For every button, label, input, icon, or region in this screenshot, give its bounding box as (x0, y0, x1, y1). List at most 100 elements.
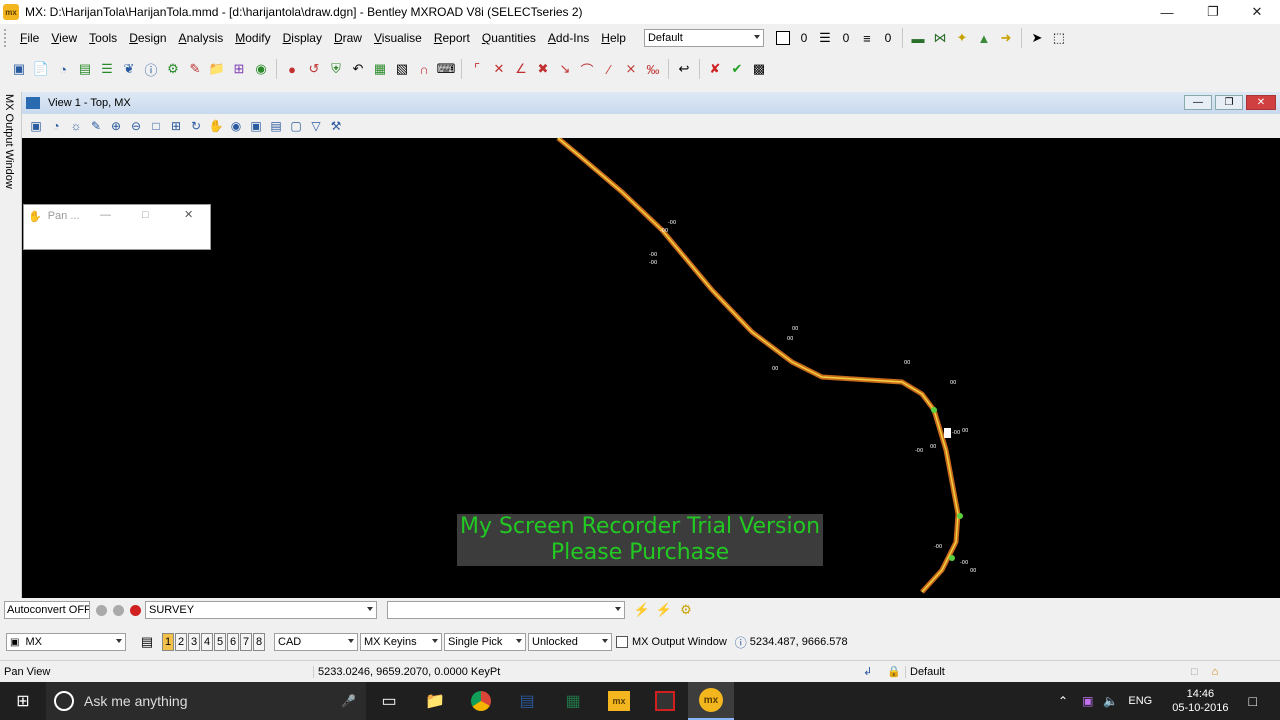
view-4-button[interactable]: 4 (201, 633, 213, 651)
tool-c-button[interactable]: ↺ (303, 58, 325, 80)
word-button[interactable]: ▤ (504, 682, 550, 720)
line-tool-5[interactable]: ↘ (554, 58, 576, 80)
new-button[interactable]: ▣ (8, 58, 30, 80)
color-swatch[interactable] (772, 27, 794, 49)
menu-view[interactable]: View (45, 24, 83, 52)
line-tool-1[interactable]: ⌜ (466, 58, 488, 80)
folder-button[interactable]: 📁 (206, 58, 228, 80)
language-indicator[interactable]: ENG (1128, 695, 1152, 707)
search-box[interactable]: Ask me anything 🎤 (46, 682, 366, 720)
menu-draw[interactable]: Draw (328, 24, 368, 52)
globe-button[interactable]: ◔ (52, 58, 74, 80)
view-2-button[interactable]: 2 (175, 633, 187, 651)
select-button[interactable]: ➤ (1026, 27, 1048, 49)
menu-add-ins[interactable]: Add-Ins (542, 24, 595, 52)
menu-report[interactable]: Report (428, 24, 476, 52)
cad-combo[interactable]: CAD (274, 633, 358, 651)
notifications-icon[interactable]: □ (1248, 693, 1256, 709)
output-window-checkbox[interactable] (616, 636, 628, 648)
menu-display[interactable]: Display (277, 24, 328, 52)
window-area-button[interactable]: □ (146, 116, 166, 136)
recorder-button[interactable] (642, 682, 688, 720)
road-tool-1[interactable]: ▬ (907, 27, 929, 49)
fence-button[interactable]: ⬚ (1048, 27, 1070, 49)
view-restore-button[interactable]: ❐ (1215, 95, 1243, 110)
line-tool-4[interactable]: ✖ (532, 58, 554, 80)
info-button[interactable]: ⓘ (140, 58, 162, 80)
view-groups-button[interactable]: ▤ (136, 631, 158, 653)
keyins-combo[interactable]: MX Keyins (360, 633, 442, 651)
menu-design[interactable]: Design (123, 24, 172, 52)
open-button[interactable]: 📄 (30, 58, 52, 80)
record-icon[interactable] (130, 604, 141, 616)
restore-button[interactable]: ❐ (1190, 0, 1236, 24)
tool-b-button[interactable]: ● (281, 58, 303, 80)
zoom-out-button[interactable]: ⊖ (126, 116, 146, 136)
message-icon[interactable]: □ (1191, 666, 1198, 678)
mx-combo[interactable]: ▣ MX (6, 633, 126, 651)
status-level[interactable]: Default (905, 665, 985, 678)
menu-quantities[interactable]: Quantities (476, 24, 542, 52)
undo-2-button[interactable]: ↩ (673, 58, 695, 80)
survey-combo[interactable]: SURVEY (145, 601, 377, 619)
tool-a-button[interactable]: ⚙ (162, 58, 184, 80)
line-weight-button[interactable]: ≡ (856, 27, 878, 49)
excel-button[interactable]: ▦ (550, 682, 596, 720)
multi-lightning-button[interactable]: ⚡ (653, 599, 675, 621)
line-tool-2[interactable]: ✕ (488, 58, 510, 80)
minimize-button[interactable]: — (1144, 0, 1190, 24)
lighting-button[interactable]: ☼ (66, 116, 86, 136)
line-tool-9[interactable]: ‰ (642, 58, 664, 80)
lock-icon[interactable]: 🔒 (887, 665, 905, 678)
view-close-button[interactable]: ✕ (1246, 95, 1276, 110)
tool-e-button[interactable]: ▦ (369, 58, 391, 80)
camera-button[interactable]: ⚒ (326, 116, 346, 136)
menu-modify[interactable]: Modify (229, 24, 276, 52)
color-value[interactable]: 0 (794, 31, 814, 45)
pan-view-button[interactable]: ✋ (206, 116, 226, 136)
network-button[interactable]: ❦ (118, 58, 140, 80)
chrome-button[interactable] (458, 682, 504, 720)
rotate-view-button[interactable]: ↻ (186, 116, 206, 136)
cancel-button[interactable]: ✘ (704, 58, 726, 80)
network-tray-icon[interactable]: ▣ (1082, 694, 1093, 708)
microphone-icon[interactable]: 🎤 (341, 694, 356, 708)
gray-dot-icon[interactable] (96, 604, 107, 616)
tool-d-button[interactable]: ⛨ (325, 58, 347, 80)
zoom-in-button[interactable]: ⊕ (106, 116, 126, 136)
menu-tools[interactable]: Tools (83, 24, 123, 52)
output-window-tab[interactable]: MX Output Window (0, 92, 22, 598)
edit-button[interactable]: ✎ (184, 58, 206, 80)
maximize-button[interactable]: □ (142, 209, 149, 221)
menu-file[interactable]: File (14, 24, 45, 52)
road-tool-4[interactable]: ▲ (973, 27, 995, 49)
accept-button[interactable]: ✔ (726, 58, 748, 80)
view-6-button[interactable]: 6 (227, 633, 239, 651)
tool-g-button[interactable]: ∩ (413, 58, 435, 80)
display-style-button[interactable]: ◔ (46, 116, 66, 136)
task-view-button[interactable]: ▭ (366, 682, 412, 720)
gray-dot-icon[interactable] (113, 604, 124, 616)
minimize-button[interactable]: — (100, 209, 111, 221)
go-button[interactable]: ◉ (250, 58, 272, 80)
settings-button[interactable]: ⚙ (675, 599, 697, 621)
line-style-value[interactable]: 0 (836, 31, 856, 45)
pick-combo[interactable]: Single Pick (444, 633, 526, 651)
road-tool-2[interactable]: ⋈ (929, 27, 951, 49)
view-attributes-button[interactable]: ▣ (26, 116, 46, 136)
tool-f-button[interactable]: ▧ (391, 58, 413, 80)
road-tool-5[interactable]: ➜ (995, 27, 1017, 49)
export-button[interactable]: ▩ (748, 58, 770, 80)
close-button[interactable]: ✕ (1234, 0, 1280, 24)
keyin-combo[interactable] (387, 601, 625, 619)
clip-mask-button[interactable]: ▽ (306, 116, 326, 136)
line-tool-7[interactable]: ∕ (598, 58, 620, 80)
view-7-button[interactable]: 7 (240, 633, 252, 651)
volume-icon[interactable]: 🔈 (1103, 694, 1118, 708)
update-button[interactable]: ✎ (86, 116, 106, 136)
tool-h-button[interactable]: ⌨ (435, 58, 457, 80)
line-weight-value[interactable]: 0 (878, 31, 898, 45)
view-next-button[interactable]: ▣ (246, 116, 266, 136)
toolbar-grip[interactable] (4, 29, 8, 47)
line-tool-3[interactable]: ∠ (510, 58, 532, 80)
